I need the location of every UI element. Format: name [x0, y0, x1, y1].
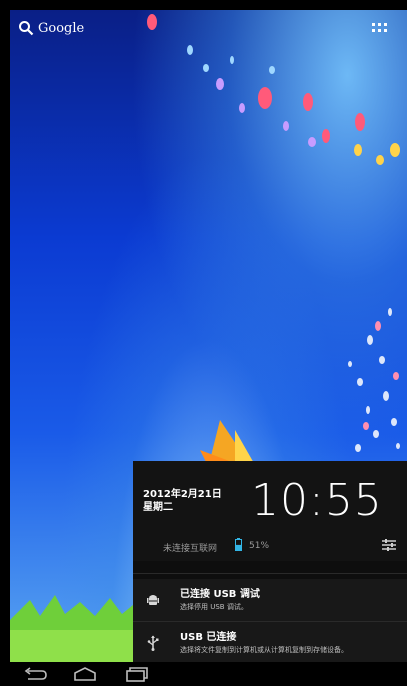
notification-subtitle: 选择将文件复制到计算机或从计算机复制到存储设备。: [180, 646, 348, 654]
usb-icon: [147, 635, 159, 651]
weekday-text: 星期二: [143, 502, 173, 513]
search-icon: [19, 21, 34, 36]
date-display: 2012年2月21日 星期二: [143, 488, 222, 514]
clock-time: 10:55: [251, 475, 383, 526]
quick-settings-icon[interactable]: [381, 537, 397, 553]
notification-title: 已连接 USB 调试: [180, 589, 260, 600]
home-icon[interactable]: [72, 666, 98, 682]
tablet-screen: Google 2012年2月21日 星期二 10:55 未连接互联网 51% 已…: [0, 0, 407, 686]
notification-usb-connected[interactable]: USB 已连接 选择将文件复制到计算机或从计算机复制到存储设备。: [133, 622, 407, 664]
all-apps-grid-icon[interactable]: [372, 23, 388, 35]
navigation-bar: [0, 662, 407, 686]
notification-title: USB 已连接: [180, 632, 237, 643]
status-row: 未连接互联网 51%: [133, 531, 407, 561]
panel-divider: [133, 573, 407, 574]
back-icon[interactable]: [22, 666, 48, 682]
notification-usb-debugging[interactable]: 已连接 USB 调试 选择停用 USB 调试。: [133, 579, 407, 621]
notification-subtitle: 选择停用 USB 调试。: [180, 603, 248, 611]
clock-area: 2012年2月21日 星期二 10:55 未连接互联网 51%: [133, 461, 407, 561]
battery-percent: 51%: [249, 541, 270, 551]
date-text: 2012年2月21日: [143, 489, 222, 500]
network-status: 未连接互联网: [163, 544, 218, 554]
search-label: Google: [38, 20, 85, 36]
google-search-bar[interactable]: Google: [18, 20, 84, 36]
android-debug-icon: [147, 595, 159, 605]
battery-icon: [235, 538, 242, 551]
recent-apps-icon[interactable]: [124, 666, 150, 682]
notification-panel: 2012年2月21日 星期二 10:55 未连接互联网 51% 已连接 USB …: [133, 461, 407, 664]
